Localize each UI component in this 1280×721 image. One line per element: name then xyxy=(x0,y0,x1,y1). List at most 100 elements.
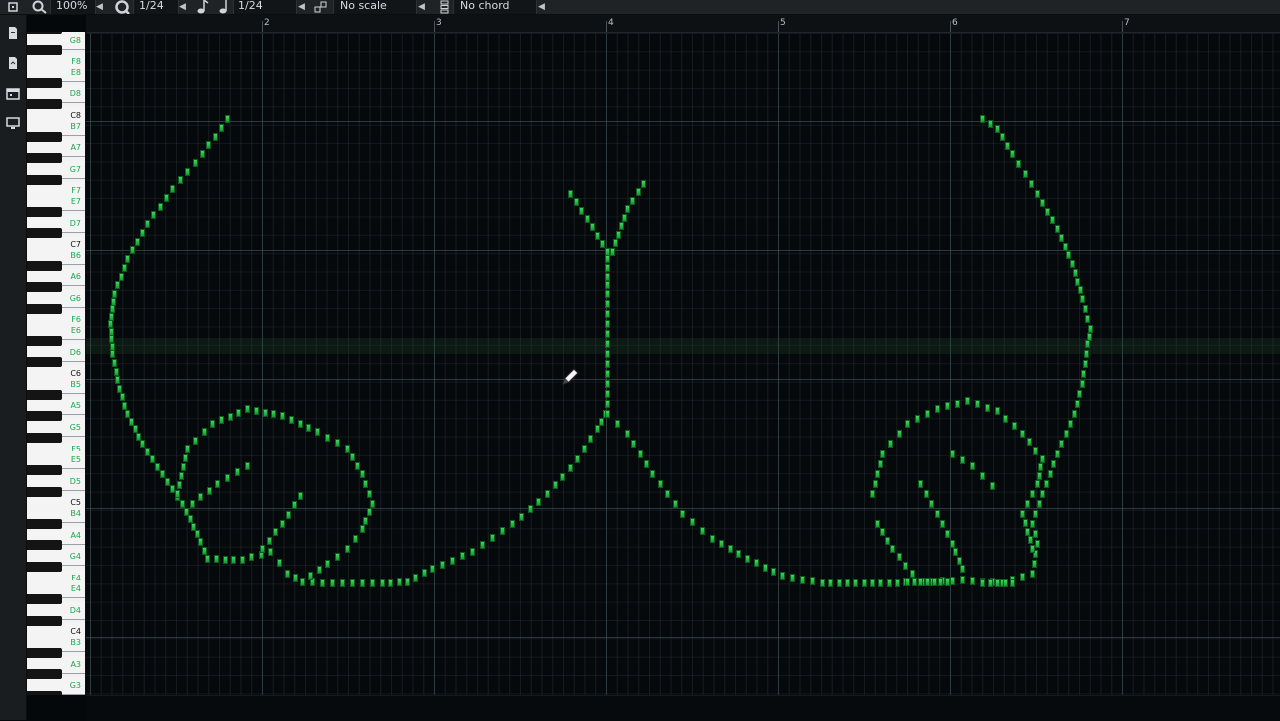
note-grid[interactable] xyxy=(86,33,1280,695)
black-key[interactable] xyxy=(27,282,62,293)
midi-note[interactable] xyxy=(125,255,130,263)
midi-note[interactable] xyxy=(1077,390,1082,398)
midi-note[interactable] xyxy=(1085,315,1090,323)
midi-note[interactable] xyxy=(413,574,418,582)
midi-note[interactable] xyxy=(180,500,185,508)
midi-note[interactable] xyxy=(905,578,910,586)
midi-note[interactable] xyxy=(665,490,670,498)
quantize-dropdown[interactable]: 1/24 xyxy=(133,0,179,14)
midi-note[interactable] xyxy=(440,561,445,569)
midi-note[interactable] xyxy=(245,462,250,470)
black-key[interactable] xyxy=(27,228,62,239)
midi-note[interactable] xyxy=(771,568,776,576)
midi-note[interactable] xyxy=(460,552,465,560)
midi-note[interactable] xyxy=(641,180,646,188)
midi-note[interactable] xyxy=(223,556,228,564)
midi-note[interactable] xyxy=(885,537,890,545)
midi-note[interactable] xyxy=(1025,528,1030,536)
midi-note[interactable] xyxy=(605,300,610,308)
midi-note[interactable] xyxy=(950,540,955,548)
scale-prev-arrow-icon[interactable]: ◀ xyxy=(418,0,425,14)
midi-note[interactable] xyxy=(1055,225,1060,233)
midi-note[interactable] xyxy=(317,566,322,574)
export-file-icon[interactable] xyxy=(5,55,21,71)
midi-note[interactable] xyxy=(292,501,297,509)
midi-note[interactable] xyxy=(1020,430,1025,438)
midi-note[interactable] xyxy=(430,565,435,573)
midi-note[interactable] xyxy=(164,194,169,202)
black-key[interactable] xyxy=(27,174,62,185)
midi-note[interactable] xyxy=(1083,305,1088,313)
midi-note[interactable] xyxy=(286,511,291,519)
midi-note[interactable] xyxy=(1073,269,1078,277)
midi-note[interactable] xyxy=(935,510,940,518)
midi-note[interactable] xyxy=(363,517,368,525)
midi-note[interactable] xyxy=(965,397,970,405)
midi-note[interactable] xyxy=(263,409,268,417)
midi-note[interactable] xyxy=(325,560,330,568)
midi-note[interactable] xyxy=(588,435,593,443)
midi-note[interactable] xyxy=(605,350,610,358)
midi-note[interactable] xyxy=(897,553,902,561)
midi-note[interactable] xyxy=(945,402,950,410)
midi-note[interactable] xyxy=(1080,380,1085,388)
midi-note[interactable] xyxy=(367,490,372,498)
midi-note[interactable] xyxy=(179,472,184,480)
midi-note[interactable] xyxy=(1087,333,1092,341)
midi-note[interactable] xyxy=(213,133,218,141)
midi-note[interactable] xyxy=(970,577,975,585)
midi-note[interactable] xyxy=(615,420,620,428)
midi-note[interactable] xyxy=(231,556,236,564)
midi-note[interactable] xyxy=(130,246,135,254)
midi-note[interactable] xyxy=(117,385,122,393)
midi-note[interactable] xyxy=(875,470,880,478)
midi-note[interactable] xyxy=(350,579,355,587)
midi-note[interactable] xyxy=(918,578,923,586)
black-key[interactable] xyxy=(27,131,62,142)
black-key[interactable] xyxy=(27,690,62,695)
midi-note[interactable] xyxy=(367,508,372,516)
black-key[interactable] xyxy=(27,411,62,422)
midi-note[interactable] xyxy=(754,559,759,567)
black-key[interactable] xyxy=(27,465,62,476)
midi-note[interactable] xyxy=(1016,160,1021,168)
midi-note[interactable] xyxy=(622,214,627,222)
midi-note[interactable] xyxy=(605,255,610,263)
midi-note[interactable] xyxy=(202,547,207,555)
black-key[interactable] xyxy=(27,99,62,110)
midi-note[interactable] xyxy=(925,410,930,418)
midi-note[interactable] xyxy=(980,115,985,123)
midi-note[interactable] xyxy=(985,404,990,412)
midi-note[interactable] xyxy=(605,390,610,398)
midi-note[interactable] xyxy=(330,579,335,587)
black-key[interactable] xyxy=(27,615,62,626)
midi-note[interactable] xyxy=(240,556,245,564)
midi-note[interactable] xyxy=(122,264,127,272)
midi-note[interactable] xyxy=(110,305,115,313)
midi-note[interactable] xyxy=(690,518,695,526)
midi-note[interactable] xyxy=(370,579,375,587)
midi-note[interactable] xyxy=(903,562,908,570)
midi-note[interactable] xyxy=(1028,536,1033,544)
midi-note[interactable] xyxy=(613,239,618,247)
midi-note[interactable] xyxy=(140,440,145,448)
midi-note[interactable] xyxy=(198,493,203,501)
midi-note[interactable] xyxy=(1003,579,1008,587)
midi-note[interactable] xyxy=(254,407,259,415)
midi-note[interactable] xyxy=(590,223,595,231)
midi-note[interactable] xyxy=(585,215,590,223)
quantize-icon[interactable] xyxy=(114,0,132,14)
zoom-prev-arrow-icon[interactable]: ◀ xyxy=(96,0,103,14)
midi-note[interactable] xyxy=(363,480,368,488)
midi-note[interactable] xyxy=(828,579,833,587)
midi-note[interactable] xyxy=(219,124,224,132)
midi-note[interactable] xyxy=(1037,472,1042,480)
midi-note[interactable] xyxy=(605,340,610,348)
midi-note[interactable] xyxy=(353,535,358,543)
midi-note[interactable] xyxy=(198,538,203,546)
midi-note[interactable] xyxy=(605,330,610,338)
midi-note[interactable] xyxy=(780,572,785,580)
midi-note[interactable] xyxy=(273,528,278,536)
midi-note[interactable] xyxy=(1059,234,1064,242)
midi-note[interactable] xyxy=(579,207,584,215)
